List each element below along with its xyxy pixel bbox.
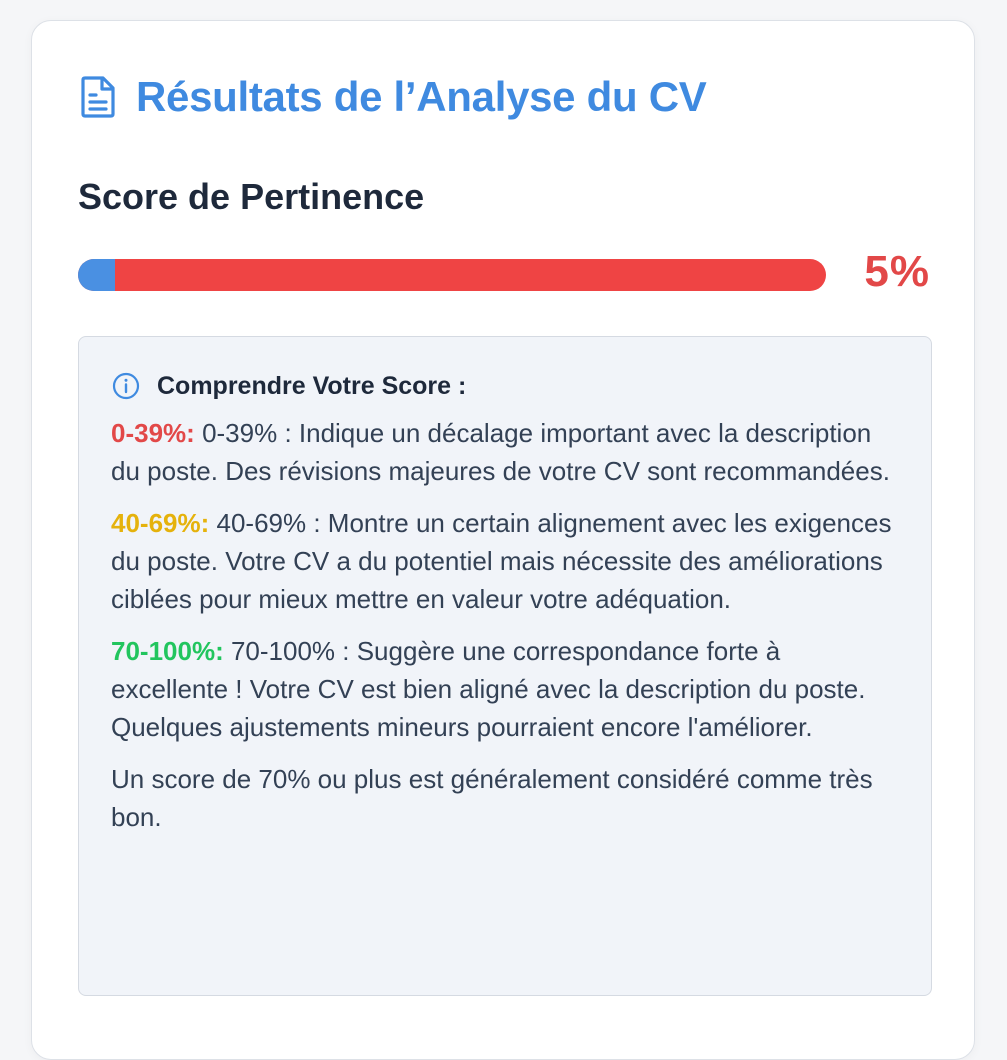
info-icon — [112, 372, 140, 400]
range-label-low: 0-39%: — [111, 418, 195, 448]
range-label-high: 70-100%: — [111, 636, 224, 666]
score-range-medium: 40-69%: 40-69% : Montre un certain align… — [111, 504, 899, 618]
title-row: Résultats de l’Analyse du CV — [80, 73, 707, 121]
score-heading: Score de Pertinence — [78, 176, 425, 217]
document-icon — [81, 76, 115, 118]
score-note: Un score de 70% ou plus est généralement… — [111, 764, 873, 832]
info-title: Comprendre Votre Score : — [157, 371, 467, 400]
score-progress-bar — [78, 259, 826, 291]
info-header: Comprendre Votre Score : — [111, 371, 899, 401]
score-info-box: Comprendre Votre Score : 0-39%: 0-39% : … — [78, 336, 932, 996]
results-card: Résultats de l’Analyse du CV Score de Pe… — [31, 20, 975, 1060]
score-range-low: 0-39%: 0-39% : Indique un décalage impor… — [111, 414, 899, 490]
score-value: 5% — [864, 247, 930, 296]
page-title: Résultats de l’Analyse du CV — [136, 73, 707, 120]
score-progress-fill — [78, 259, 116, 291]
score-progress-row: 5% — [78, 247, 930, 296]
range-text-low: 0-39% : Indique un décalage important av… — [111, 418, 890, 486]
range-label-medium: 40-69%: — [111, 508, 210, 538]
range-text-high: 70-100% : Suggère une correspondance for… — [111, 636, 866, 742]
score-range-high: 70-100%: 70-100% : Suggère une correspon… — [111, 632, 899, 746]
range-text-medium: 40-69% : Montre un certain alignement av… — [111, 508, 892, 614]
